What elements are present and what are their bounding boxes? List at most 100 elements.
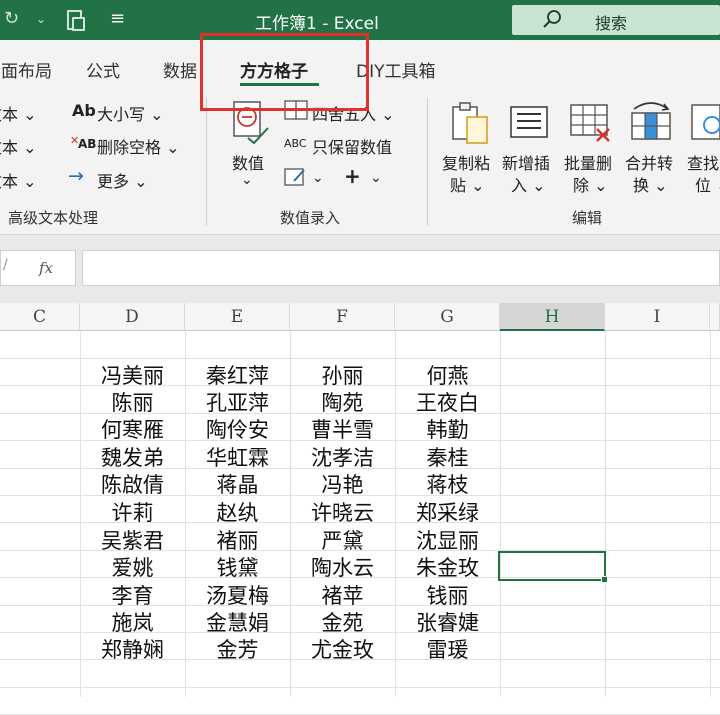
cell-d[interactable]: 陈啟倩 (80, 471, 185, 498)
cell-e[interactable]: 赵纨 (185, 499, 290, 526)
cell-e[interactable]: 孔亚萍 (185, 389, 290, 416)
text-menu-1[interactable]: 文本 ⌄ (0, 101, 37, 125)
copy-paste-button-line2[interactable]: 贴 ⌄ (450, 172, 485, 196)
formula-input[interactable] (82, 250, 720, 286)
column-header-f[interactable]: F (290, 303, 395, 331)
cell-d[interactable]: 郑静娴 (80, 636, 185, 663)
column-header-j[interactable] (710, 303, 720, 331)
cell-d[interactable]: 吴紫君 (80, 527, 185, 554)
redo-icon[interactable]: ↻ (4, 8, 19, 29)
text-menu-2[interactable]: 文本 ⌄ (0, 134, 37, 158)
copy-paste-icon (452, 102, 488, 144)
cell-e[interactable]: 金芳 (185, 636, 290, 663)
cell-f[interactable]: 沈孝洁 (290, 444, 395, 471)
cell-d[interactable]: 李育 (80, 582, 185, 609)
cell-e[interactable]: 秦红萍 (185, 362, 290, 389)
search-label: 搜索 (595, 14, 628, 33)
cell-e[interactable]: 华虹霖 (185, 444, 290, 471)
formula-bar: / fx (0, 235, 720, 303)
find-locate-button[interactable]: 查找定 (687, 150, 720, 174)
case-icon: Ab (72, 101, 96, 120)
insert-button-line2[interactable]: 入 ⌄ (511, 172, 546, 196)
redo-dropdown-icon[interactable]: ⌄ (36, 12, 46, 26)
cell-g[interactable]: 朱金玫 (395, 554, 500, 581)
insert-function-icon[interactable]: fx (39, 259, 53, 277)
cell-g[interactable]: 韩勤 (395, 416, 500, 443)
cell-e[interactable]: 陶伶安 (185, 416, 290, 443)
cell-f[interactable]: 孙丽 (290, 362, 395, 389)
merge-convert-icon (631, 102, 671, 140)
formula-edit-dropdown-icon[interactable]: ⌄ (312, 170, 324, 186)
group-label-number-entry: 数值录入 (280, 209, 341, 227)
cell-e[interactable]: 金慧娟 (185, 609, 290, 636)
cell-e[interactable]: 蒋晶 (185, 471, 290, 498)
cell-g[interactable]: 郑采绿 (395, 499, 500, 526)
cell-d[interactable]: 冯美丽 (80, 362, 185, 389)
column-header-g[interactable]: G (395, 303, 500, 331)
insert-icon (510, 106, 548, 138)
plus-icon[interactable]: + (344, 164, 361, 188)
tab-data[interactable]: 数据 (163, 57, 197, 82)
cell-f[interactable]: 曹半雪 (290, 416, 395, 443)
tab-page-layout[interactable]: 页面布局 (0, 57, 52, 82)
column-header-d[interactable]: D (80, 303, 185, 331)
group-label-edit: 编辑 (572, 209, 603, 227)
arrow-right-icon: → (68, 165, 84, 187)
cell-g[interactable]: 何燕 (395, 362, 500, 389)
cell-e[interactable]: 褚丽 (185, 527, 290, 554)
cell-d[interactable]: 魏发弟 (80, 444, 185, 471)
cell-f[interactable]: 冯艳 (290, 471, 395, 498)
search-icon (543, 10, 561, 28)
text-menu-3[interactable]: 文本 ⌄ (0, 168, 37, 192)
cell-g[interactable]: 王夜白 (395, 389, 500, 416)
cell-f[interactable]: 陶水云 (290, 554, 395, 581)
cell-f[interactable]: 褚苹 (290, 582, 395, 609)
cell-g[interactable]: 沈显丽 (395, 527, 500, 554)
cell-f[interactable]: 陶苑 (290, 389, 395, 416)
cell-e[interactable]: 汤夏梅 (185, 582, 290, 609)
cell-f[interactable]: 尤金玫 (290, 636, 395, 663)
column-header-i[interactable]: I (605, 303, 710, 331)
merge-convert-button[interactable]: 合并转 (625, 150, 673, 174)
cell-d[interactable]: 陈丽 (80, 389, 185, 416)
value-dropdown-icon[interactable]: ⌄ (241, 172, 253, 188)
cell-d[interactable]: 爱姚 (80, 554, 185, 581)
formula-edit-icon[interactable] (284, 167, 308, 187)
highlight-box (200, 33, 369, 111)
search-box[interactable]: 搜索 (512, 5, 720, 35)
column-header-e[interactable]: E (185, 303, 290, 331)
batch-delete-button[interactable]: 批量删 (564, 150, 612, 174)
cell-f[interactable]: 严黛 (290, 527, 395, 554)
more-button[interactable]: 更多 ⌄ (97, 168, 148, 192)
keep-value-button[interactable]: 只保留数值 (312, 134, 392, 158)
save-icon[interactable] (66, 9, 88, 33)
delete-space-button[interactable]: 删除空格 ⌄ (97, 134, 180, 158)
fill-handle[interactable] (601, 576, 608, 583)
value-button[interactable]: 数值 (232, 150, 264, 174)
column-header-h[interactable]: H (500, 303, 605, 331)
cell-d[interactable]: 施岚 (80, 609, 185, 636)
column-header-c[interactable]: C (0, 303, 80, 331)
cell-g[interactable]: 张睿婕 (395, 609, 500, 636)
cell-d[interactable]: 许莉 (80, 499, 185, 526)
plus-dropdown-icon[interactable]: ⌄ (370, 170, 382, 186)
copy-paste-button[interactable]: 复制粘 (442, 150, 490, 174)
cell-d[interactable]: 何寒雁 (80, 416, 185, 443)
cell-f[interactable]: 许晓云 (290, 499, 395, 526)
cell-g[interactable]: 秦桂 (395, 444, 500, 471)
cell-g[interactable]: 雷瑗 (395, 636, 500, 663)
batch-delete-icon (570, 104, 610, 142)
tab-formulas[interactable]: 公式 (86, 57, 120, 82)
cell-g[interactable]: 蒋枝 (395, 471, 500, 498)
selected-cell[interactable] (498, 551, 606, 581)
customize-toolbar-icon[interactable]: ≡ (110, 8, 125, 29)
cell-g[interactable]: 钱丽 (395, 582, 500, 609)
find-locate-button-line2[interactable]: 位 ⌄ (695, 172, 720, 196)
case-button[interactable]: 大小写 ⌄ (97, 101, 164, 125)
name-box[interactable]: / fx (0, 250, 76, 286)
insert-button[interactable]: 新增插 (502, 150, 550, 174)
merge-convert-button-line2[interactable]: 换 ⌄ (633, 172, 668, 196)
cell-e[interactable]: 钱黛 (185, 554, 290, 581)
cell-f[interactable]: 金苑 (290, 609, 395, 636)
batch-delete-button-line2[interactable]: 除 ⌄ (573, 172, 608, 196)
